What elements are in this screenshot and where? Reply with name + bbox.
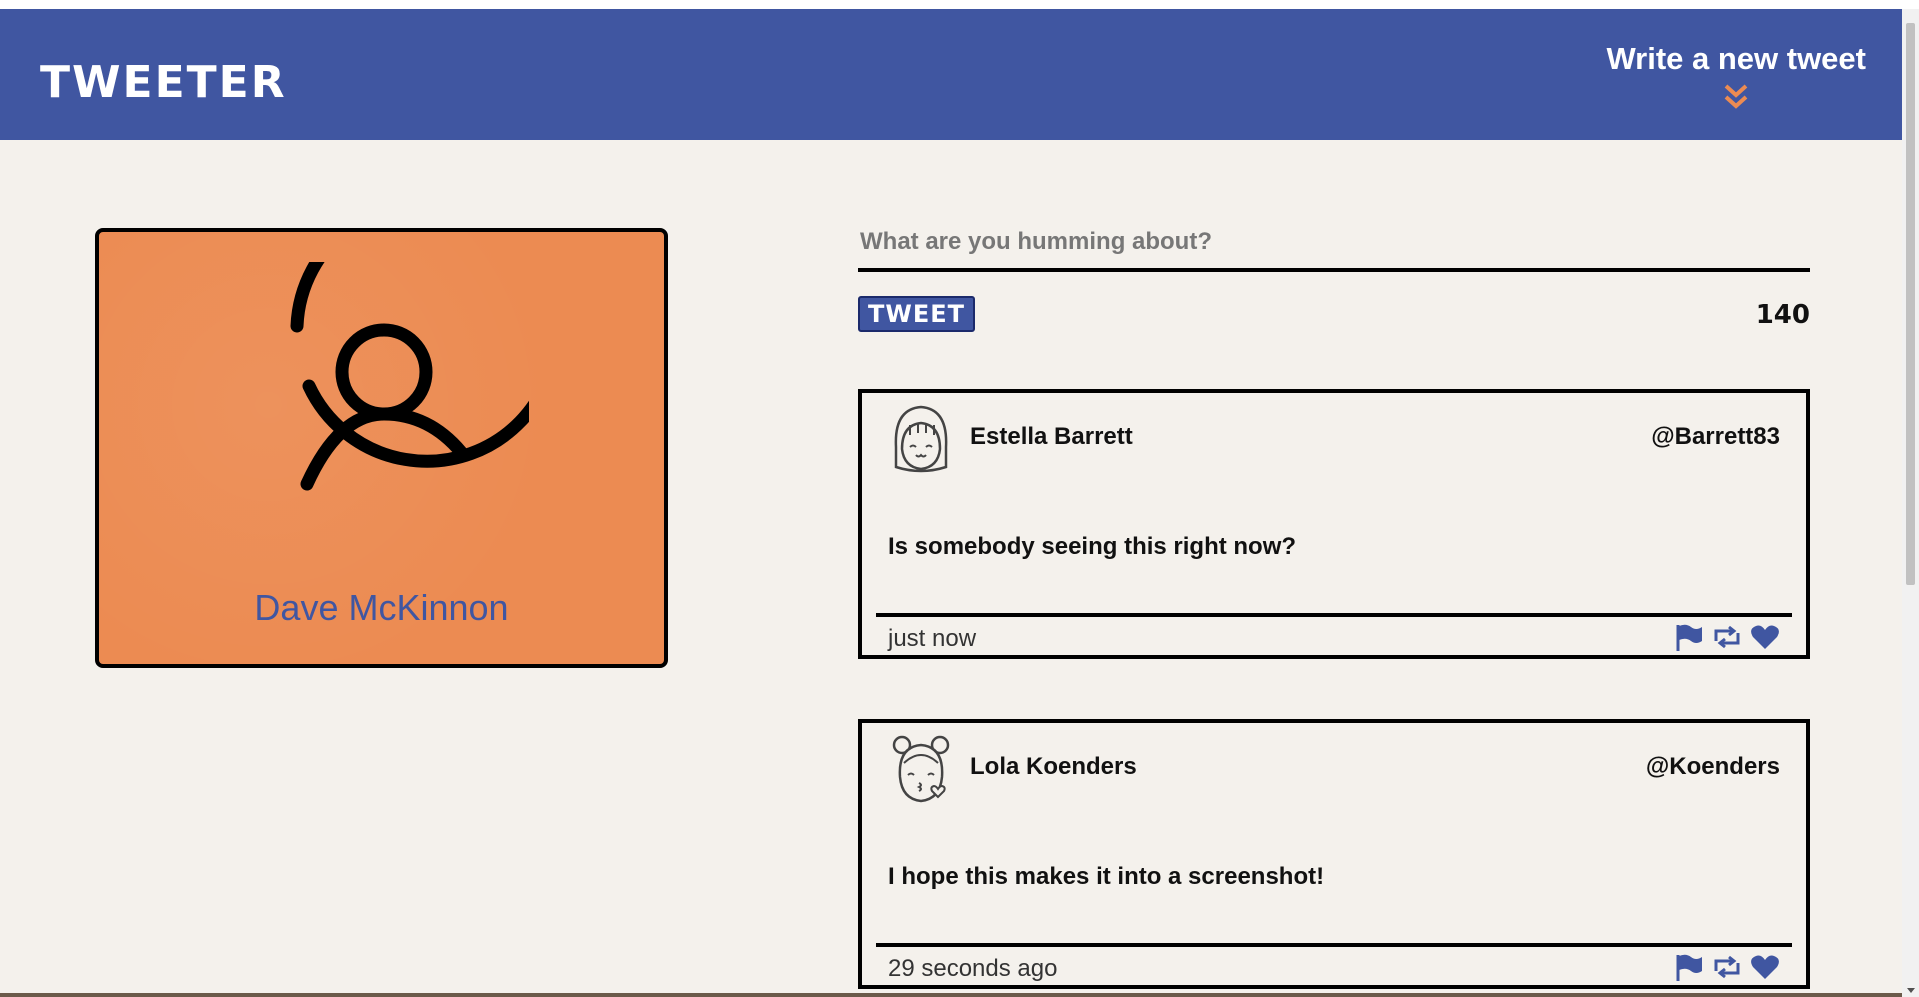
scrollbar-thumb[interactable] (1906, 23, 1915, 585)
tweet-timestamp: 29 seconds ago (888, 955, 1058, 982)
flag-icon[interactable] (1674, 623, 1704, 651)
tweet-actions (1674, 623, 1780, 651)
scroll-down-arrow-icon[interactable] (1907, 988, 1915, 993)
heart-icon[interactable] (1750, 623, 1780, 651)
tweet-divider (876, 943, 1792, 947)
heart-icon[interactable] (1750, 953, 1780, 981)
tweet-author-name: Estella Barrett (970, 423, 1133, 450)
tweet-divider (876, 613, 1792, 617)
page-scrollbar[interactable] (1902, 9, 1919, 997)
app-logo[interactable]: TWEETER (40, 57, 287, 108)
profile-name: Dave McKinnon (254, 587, 509, 628)
girl-avatar-icon (888, 403, 954, 480)
double-chevron-down-icon (1724, 84, 1748, 109)
profile-card: Dave McKinnon (95, 194, 668, 668)
window-bottom-edge (0, 993, 1902, 997)
flag-icon[interactable] (1674, 953, 1704, 981)
tweet-card: Lola Koenders @Koenders I hope this make… (858, 719, 1810, 989)
tweet-input[interactable] (858, 222, 1810, 272)
write-new-tweet-label: Write a new tweet (1606, 41, 1866, 76)
tweet-timestamp: just now (888, 625, 977, 652)
tweet-button[interactable]: TWEET (858, 296, 976, 332)
tweet-author-handle: @Barrett83 (1651, 423, 1780, 450)
girl-kiss-avatar-icon (888, 733, 954, 810)
tweet-author-handle: @Koenders (1645, 753, 1780, 780)
tweet-text: I hope this makes it into a screenshot! (888, 863, 1325, 890)
tweet-actions (1674, 953, 1780, 981)
tweet-card: Estella Barrett @Barrett83 Is somebody s… (858, 389, 1810, 659)
character-counter: 140 (1755, 300, 1810, 330)
tweet-text: Is somebody seeing this right now? (888, 533, 1297, 560)
tweet-author-name: Lola Koenders (970, 753, 1137, 780)
write-new-tweet-link[interactable]: Write a new tweet (1606, 41, 1866, 111)
tweet-composer: TWEET 140 (858, 222, 1810, 332)
retweet-icon[interactable] (1712, 953, 1742, 981)
top-strip (0, 0, 1919, 9)
user-circle-icon (239, 194, 564, 557)
retweet-icon[interactable] (1712, 623, 1742, 651)
app-header: TWEETER Write a new tweet (0, 9, 1902, 140)
